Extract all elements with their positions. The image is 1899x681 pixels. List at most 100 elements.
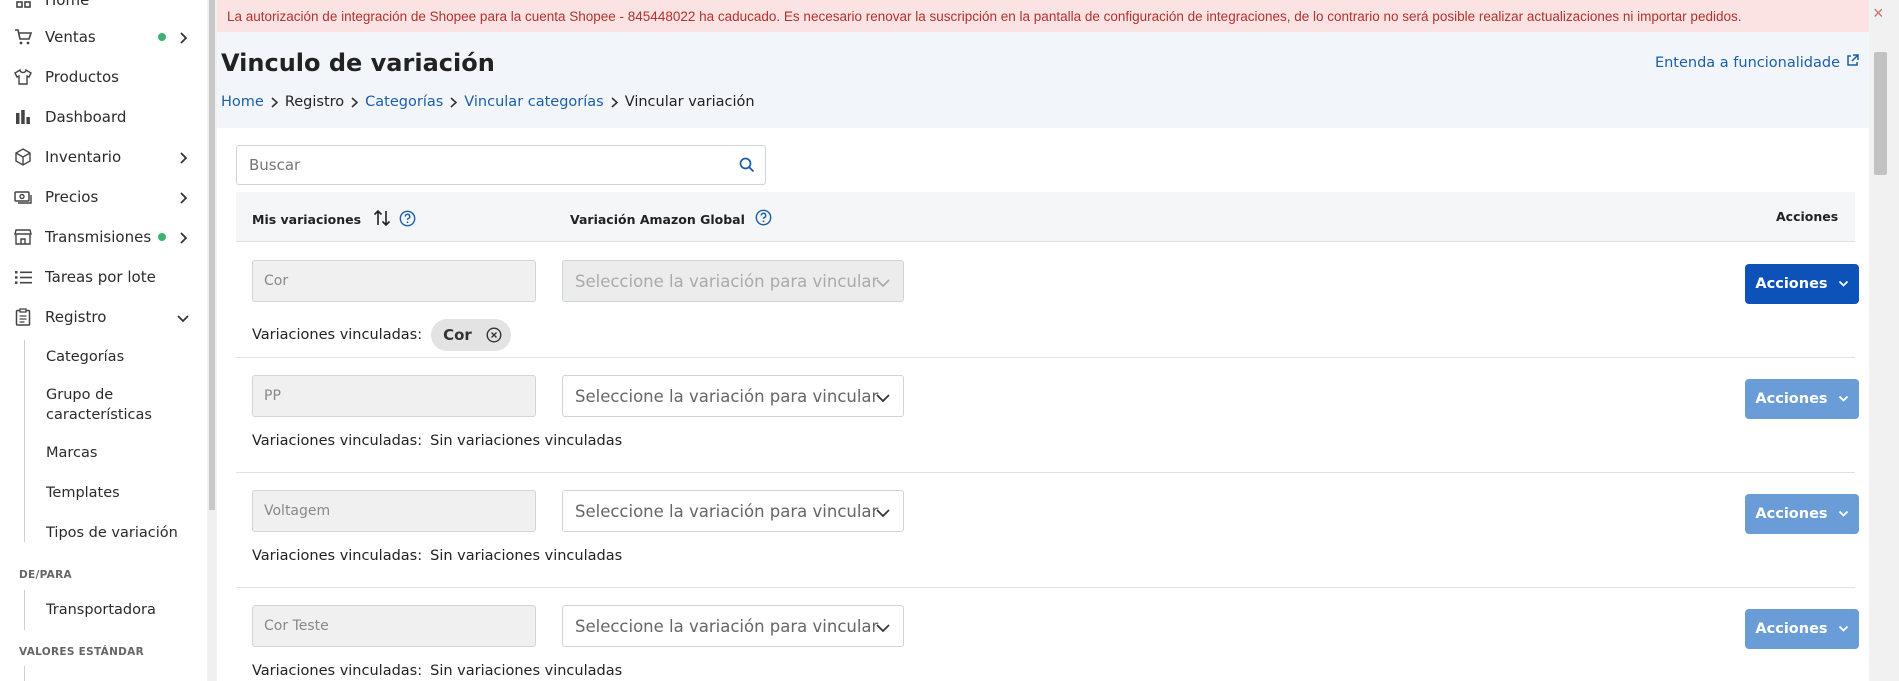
sidebar-subitem-transportadora[interactable]: Transportadora — [46, 600, 156, 620]
sidebar-scrollbar-thumb[interactable] — [209, 0, 215, 510]
home-icon — [14, 0, 32, 9]
chevron-down-icon — [1838, 621, 1849, 637]
table-row: Voltagem Seleccione la variación para vi… — [236, 473, 1859, 588]
search-input[interactable] — [237, 146, 717, 184]
alert-text: La autorización de integración de Shopee… — [227, 8, 1742, 24]
alert-close-button[interactable]: × — [1873, 3, 1893, 24]
no-linked-text: Sin variaciones vinculadas — [430, 548, 623, 564]
amazon-variation-select[interactable]: Seleccione la variación para vincular — [562, 375, 904, 417]
sidebar: Home Ventas Productos Dashboard Inventar… — [0, 0, 217, 681]
column-label: Variación Amazon Global — [570, 211, 745, 227]
select-placeholder: Seleccione la variación para vincular — [575, 616, 879, 636]
sidebar-scrollbar[interactable] — [207, 0, 217, 681]
column-header-amazon: Variación Amazon Global — [570, 209, 772, 229]
select-placeholder: Seleccione la variación para vincular — [575, 386, 879, 406]
remove-chip-icon[interactable] — [486, 327, 502, 343]
page-header: Vinculo de variación Entenda a funcional… — [217, 32, 1869, 128]
sidebar-subitem-categorias[interactable]: Categorías — [46, 347, 124, 367]
breadcrumb-categorias[interactable]: Categorías — [365, 94, 443, 110]
actions-button[interactable]: Acciones — [1745, 494, 1859, 534]
breadcrumb-registro: Registro — [284, 94, 345, 110]
amazon-variation-select[interactable]: Seleccione la variación para vincular — [562, 490, 904, 532]
table-row: Cor Seleccione la variación para vincula… — [236, 243, 1859, 358]
sidebar-item-dashboard[interactable]: Dashboard — [0, 101, 200, 133]
table-row: PP Seleccione la variación para vincular… — [236, 358, 1859, 473]
sidebar-item-inventario[interactable]: Inventario — [0, 141, 200, 173]
linked-label: Variaciones vinculadas: — [252, 663, 423, 679]
linked-variation-chip: Cor — [431, 319, 511, 351]
linked-variations: Variaciones vinculadas: Sin variaciones … — [252, 433, 622, 449]
actions-button[interactable]: Acciones — [1745, 264, 1859, 304]
sidebar-item-label: Registro — [45, 308, 107, 326]
chevron-down-icon — [177, 311, 189, 323]
sidebar-item-home[interactable]: Home — [0, 0, 200, 16]
sidebar-subitem-grupo-caracteristicas[interactable]: Grupo de características — [46, 385, 196, 425]
column-header-actions: Acciones — [1776, 209, 1838, 224]
content-area: Mis variaciones Variación Amazon Global — [217, 128, 1869, 681]
cart-icon — [14, 28, 32, 46]
my-variation-field: PP — [252, 375, 536, 417]
chevron-right-icon — [610, 96, 619, 108]
status-dot — [158, 233, 166, 241]
column-label: Mis variaciones — [252, 212, 362, 227]
sidebar-item-label: Transmisiones — [45, 228, 152, 246]
button-label: Acciones — [1755, 621, 1828, 637]
button-label: Acciones — [1755, 506, 1828, 522]
my-variation-field: Voltagem — [252, 490, 536, 532]
my-variation-field: Cor Teste — [252, 605, 536, 647]
sidebar-item-ventas[interactable]: Ventas — [0, 21, 200, 53]
sort-icon[interactable] — [373, 209, 391, 230]
linked-label: Variaciones vinculadas: — [252, 327, 423, 343]
sidebar-item-transmisiones[interactable]: Transmisiones — [0, 221, 200, 253]
box-icon — [14, 148, 32, 166]
learn-functionality-link[interactable]: Entenda a funcionalidade — [1655, 54, 1859, 71]
help-icon[interactable] — [399, 210, 416, 230]
sidebar-item-precios[interactable]: Precios — [0, 181, 200, 213]
breadcrumb-vincular-categorias[interactable]: Vincular categorías — [464, 94, 603, 110]
column-header-mine: Mis variaciones — [252, 209, 416, 230]
sidebar-item-label: Ventas — [45, 28, 96, 46]
main-scrollbar-thumb[interactable] — [1874, 52, 1887, 175]
select-placeholder: Seleccione la variación para vincular — [575, 271, 879, 291]
sidebar-subitem-tipos-variacion[interactable]: Tipos de variación — [46, 523, 178, 543]
sidebar-subitem-templates[interactable]: Templates — [46, 483, 120, 503]
chevron-right-icon — [449, 96, 458, 108]
integration-alert: La autorización de integración de Shopee… — [217, 0, 1869, 32]
page-title: Vinculo de variación — [221, 49, 495, 77]
column-label: Acciones — [1776, 209, 1839, 224]
sidebar-section-valores: VALORES ESTÁNDAR — [19, 646, 144, 658]
chevron-down-icon — [875, 274, 891, 293]
main-scrollbar[interactable] — [1869, 0, 1899, 681]
help-icon[interactable] — [755, 209, 772, 229]
no-linked-text: Sin variaciones vinculadas — [430, 433, 623, 449]
amazon-variation-select: Seleccione la variación para vincular — [562, 260, 904, 302]
actions-button[interactable]: Acciones — [1745, 609, 1859, 649]
sidebar-subitem-marcas[interactable]: Marcas — [46, 443, 97, 463]
linked-label: Variaciones vinculadas: — [252, 433, 423, 449]
breadcrumb-home[interactable]: Home — [221, 94, 264, 110]
chevron-right-icon — [177, 231, 189, 244]
status-dot — [158, 33, 166, 41]
chip-label: Cor — [443, 326, 472, 344]
bar-chart-icon — [14, 108, 32, 126]
search-icon[interactable] — [739, 157, 755, 178]
linked-variations: Variaciones vinculadas: Sin variaciones … — [252, 548, 622, 564]
list-icon — [14, 268, 32, 286]
chevron-down-icon — [875, 389, 891, 408]
chevron-down-icon — [1838, 391, 1849, 407]
no-linked-text: Sin variaciones vinculadas — [430, 663, 623, 679]
breadcrumb: Home Registro Categorías Vincular catego… — [221, 94, 755, 110]
table-row: Cor Teste Seleccione la variación para v… — [236, 588, 1859, 681]
select-placeholder: Seleccione la variación para vincular — [575, 501, 879, 521]
amazon-variation-select[interactable]: Seleccione la variación para vincular — [562, 605, 904, 647]
chevron-right-icon — [177, 151, 189, 164]
external-link-icon — [1846, 54, 1859, 71]
sidebar-item-productos[interactable]: Productos — [0, 61, 200, 93]
actions-button[interactable]: Acciones — [1745, 379, 1859, 419]
sidebar-item-label: Inventario — [45, 148, 122, 166]
chevron-down-icon — [875, 504, 891, 523]
search-box — [236, 145, 766, 185]
sidebar-item-registro[interactable]: Registro — [0, 301, 200, 333]
sidebar-item-tareas-por-lote[interactable]: Tareas por lote — [0, 261, 200, 293]
button-label: Acciones — [1755, 391, 1828, 407]
